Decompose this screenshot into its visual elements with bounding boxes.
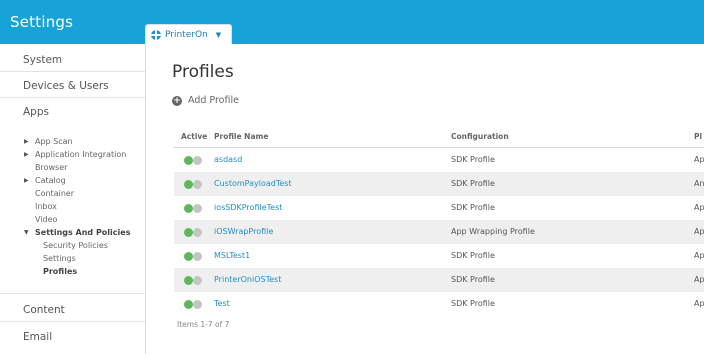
profile-name-link[interactable]: PrinterOniOSTest: [214, 275, 281, 284]
profile-name-link[interactable]: asdasd: [214, 155, 242, 164]
sidebar: System Devices & Users Apps ▶ App Scan ▶…: [0, 44, 146, 354]
tree-item-security-policies[interactable]: Security Policies: [43, 241, 108, 250]
top-bar: Settings PrinterOn ▼: [0, 0, 704, 44]
profiles-table: Active Profile Name Configuration Pl asd…: [174, 126, 704, 316]
toggle-off-dot: [193, 228, 202, 237]
active-toggle[interactable]: [184, 204, 206, 213]
tree-item-browser[interactable]: Browser: [35, 163, 67, 172]
toggle-off-dot: [193, 156, 202, 165]
table-row: Test SDK Profile Ap: [174, 292, 704, 316]
profile-name-link[interactable]: MSLTest1: [214, 251, 250, 260]
table-row: MSLTest1 SDK Profile Ap: [174, 244, 704, 268]
sidebar-item-label: Email: [23, 331, 53, 343]
table-row: iosSDKProfileTest SDK Profile Ap: [174, 196, 704, 220]
sidebar-item-label: Content: [23, 304, 65, 316]
profile-platform: Ap: [694, 251, 704, 260]
active-toggle[interactable]: [184, 300, 206, 309]
globe-icon: [151, 29, 161, 40]
column-header-active[interactable]: Active: [181, 132, 207, 141]
profile-platform: Ap: [694, 299, 704, 308]
toggle-off-dot: [193, 252, 202, 261]
profile-configuration: SDK Profile: [451, 203, 495, 212]
column-header-configuration[interactable]: Configuration: [451, 132, 509, 141]
profile-name-link[interactable]: iOSWrapProfile: [214, 227, 273, 236]
active-toggle[interactable]: [184, 276, 206, 285]
profile-configuration: SDK Profile: [451, 299, 495, 308]
active-toggle[interactable]: [184, 180, 206, 189]
tree-item-inbox[interactable]: Inbox: [35, 202, 57, 211]
toggle-off-dot: [193, 276, 202, 285]
caret-down-icon[interactable]: ▼: [24, 229, 29, 236]
tree-item-video[interactable]: Video: [35, 215, 57, 224]
profile-configuration: App Wrapping Profile: [451, 227, 535, 236]
profile-platform: Ap: [694, 227, 704, 236]
toggle-off-dot: [193, 180, 202, 189]
profile-configuration: SDK Profile: [451, 275, 495, 284]
toggle-on-dot: [184, 276, 193, 285]
tree-item-app-scan[interactable]: App Scan: [35, 137, 73, 146]
caret-right-icon[interactable]: ▶: [24, 151, 29, 158]
page-title: Profiles: [172, 62, 234, 82]
app-title: Settings: [10, 13, 74, 31]
table-row: PrinterOniOSTest SDK Profile Ap: [174, 268, 704, 292]
profile-platform: Ap: [694, 203, 704, 212]
profile-name-link[interactable]: CustomPayloadTest: [214, 179, 292, 188]
plus-circle-icon: +: [172, 95, 182, 106]
tree-item-settings-and-policies[interactable]: Settings And Policies: [35, 228, 130, 237]
tree-item-application-integration[interactable]: Application Integration: [35, 150, 126, 159]
sidebar-item-content[interactable]: Content: [0, 294, 145, 322]
column-header-profile-name[interactable]: Profile Name: [214, 132, 268, 141]
toggle-off-dot: [193, 300, 202, 309]
table-row: asdasd SDK Profile Ap: [174, 148, 704, 172]
sidebar-item-apps[interactable]: Apps: [23, 106, 49, 118]
add-profile-label: Add Profile: [188, 95, 239, 106]
tree-item-container[interactable]: Container: [35, 189, 74, 198]
toggle-off-dot: [193, 204, 202, 213]
sidebar-item-label: System: [23, 54, 63, 66]
active-toggle[interactable]: [184, 252, 206, 261]
profile-name-link[interactable]: iosSDKProfileTest: [214, 203, 282, 212]
toggle-on-dot: [184, 180, 193, 189]
organization-name: PrinterOn: [165, 29, 208, 40]
toggle-on-dot: [184, 300, 193, 309]
column-header-platform[interactable]: Pl: [694, 132, 702, 141]
table-row: iOSWrapProfile App Wrapping Profile Ap: [174, 220, 704, 244]
caret-right-icon[interactable]: ▶: [24, 138, 29, 145]
organization-selector[interactable]: PrinterOn ▼: [145, 24, 232, 44]
pagination-summary: Items 1-7 of 7: [177, 320, 230, 329]
table-header: Active Profile Name Configuration Pl: [174, 126, 704, 148]
caret-right-icon[interactable]: ▶: [24, 177, 29, 184]
toggle-on-dot: [184, 252, 193, 261]
profile-name-link[interactable]: Test: [214, 299, 230, 308]
tree-item-profiles[interactable]: Profiles: [43, 267, 77, 276]
sidebar-item-system[interactable]: System: [0, 44, 145, 72]
profile-platform: Ap: [694, 155, 704, 164]
profile-configuration: SDK Profile: [451, 179, 495, 188]
sidebar-item-label: Devices & Users: [23, 80, 109, 92]
active-toggle[interactable]: [184, 156, 206, 165]
profile-platform: Ap: [694, 275, 704, 284]
sidebar-item-email[interactable]: Email: [0, 322, 145, 354]
toggle-on-dot: [184, 204, 193, 213]
add-profile-button[interactable]: + Add Profile: [172, 95, 239, 106]
toggle-on-dot: [184, 156, 193, 165]
sidebar-section-apps: Apps ▶ App Scan ▶ Application Integratio…: [0, 98, 145, 294]
profile-configuration: SDK Profile: [451, 251, 495, 260]
toggle-on-dot: [184, 228, 193, 237]
profile-configuration: SDK Profile: [451, 155, 495, 164]
table-row: CustomPayloadTest SDK Profile An: [174, 172, 704, 196]
profile-platform: An: [694, 179, 704, 188]
sidebar-item-devices-users[interactable]: Devices & Users: [0, 72, 145, 98]
main-content: Profiles + Add Profile Active Profile Na…: [147, 44, 704, 354]
chevron-down-icon: ▼: [215, 30, 222, 39]
tree-item-settings[interactable]: Settings: [43, 254, 76, 263]
active-toggle[interactable]: [184, 228, 206, 237]
tree-item-catalog[interactable]: Catalog: [35, 176, 66, 185]
